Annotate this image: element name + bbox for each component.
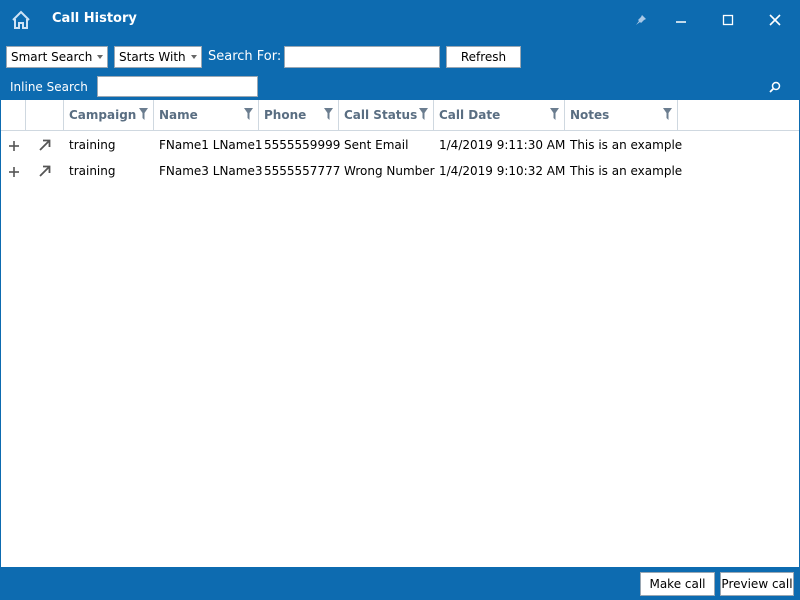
- column-header-name[interactable]: Name: [154, 100, 259, 130]
- refresh-button[interactable]: Refresh: [446, 46, 521, 68]
- cell-notes: This is an example: [570, 138, 683, 152]
- expand-plus-icon[interactable]: [9, 140, 19, 151]
- search-mode-value: Smart Search: [11, 50, 93, 64]
- make-call-button[interactable]: Make call: [640, 572, 715, 596]
- footer-bar: Make call Preview call: [0, 567, 800, 600]
- search-toolbar: Smart Search Starts With Search For: Ref…: [0, 40, 800, 100]
- column-header-call-status[interactable]: Call Status: [339, 100, 434, 130]
- close-icon[interactable]: [763, 8, 787, 32]
- inline-search-label: Inline Search: [10, 80, 88, 94]
- search-input[interactable]: [284, 46, 440, 68]
- cell-call-date: 1/4/2019 9:11:30 AM: [439, 138, 566, 152]
- column-header-label: Call Status: [344, 108, 418, 122]
- grid-header: Campaign Name Phone Call Status Call Dat…: [1, 100, 799, 131]
- cell-campaign: training: [69, 164, 116, 178]
- window-title: Call History: [52, 11, 137, 26]
- cell-phone: 5555559999: [264, 138, 341, 152]
- open-arrow-icon[interactable]: [39, 165, 51, 177]
- home-icon[interactable]: [10, 9, 32, 31]
- cell-call-date: 1/4/2019 9:10:32 AM: [439, 164, 566, 178]
- minimize-icon[interactable]: [669, 8, 693, 32]
- action-column-header: [26, 100, 64, 130]
- filter-icon[interactable]: [139, 108, 148, 120]
- column-header-label: Phone: [264, 108, 307, 122]
- match-mode-value: Starts With: [119, 50, 186, 64]
- filter-icon[interactable]: [419, 108, 428, 120]
- cell-phone: 5555557777: [264, 164, 341, 178]
- filter-icon[interactable]: [550, 108, 559, 120]
- search-for-label: Search For:: [208, 49, 282, 64]
- filter-icon[interactable]: [663, 108, 672, 120]
- filter-icon[interactable]: [244, 108, 253, 120]
- dropdown-arrow-icon: [191, 55, 197, 59]
- column-header-phone[interactable]: Phone: [259, 100, 339, 130]
- cell-name: FName1 LName1: [159, 138, 263, 152]
- column-header-label: Name: [159, 108, 198, 122]
- pin-icon[interactable]: [629, 8, 653, 32]
- column-header-campaign[interactable]: Campaign: [64, 100, 154, 130]
- table-row[interactable]: training FName3 LName3 5555557777 Wrong …: [1, 158, 799, 184]
- cell-call-status: Wrong Number: [344, 164, 435, 178]
- column-header-label: Notes: [570, 108, 610, 122]
- cell-name: FName3 LName3: [159, 164, 263, 178]
- maximize-icon[interactable]: [716, 8, 740, 32]
- column-header-call-date[interactable]: Call Date: [434, 100, 565, 130]
- cell-call-status: Sent Email: [344, 138, 409, 152]
- preview-call-button[interactable]: Preview call: [720, 572, 794, 596]
- table-row[interactable]: training FName1 LName1 5555559999 Sent E…: [1, 132, 799, 158]
- open-arrow-icon[interactable]: [39, 139, 51, 151]
- inline-search-input[interactable]: [97, 76, 258, 97]
- search-icon[interactable]: [768, 80, 782, 94]
- expand-column-header: [1, 100, 26, 130]
- cell-campaign: training: [69, 138, 116, 152]
- cell-notes: This is an example: [570, 164, 683, 178]
- column-header-label: Call Date: [439, 108, 501, 122]
- column-header-label: Campaign: [69, 108, 137, 122]
- title-bar: Call History: [0, 0, 800, 40]
- dropdown-arrow-icon: [97, 55, 103, 59]
- search-mode-select[interactable]: Smart Search: [6, 46, 108, 68]
- match-mode-select[interactable]: Starts With: [114, 46, 202, 68]
- column-header-notes[interactable]: Notes: [565, 100, 678, 130]
- call-history-grid: Campaign Name Phone Call Status Call Dat…: [1, 100, 799, 567]
- expand-plus-icon[interactable]: [9, 166, 19, 177]
- filter-icon[interactable]: [324, 108, 333, 120]
